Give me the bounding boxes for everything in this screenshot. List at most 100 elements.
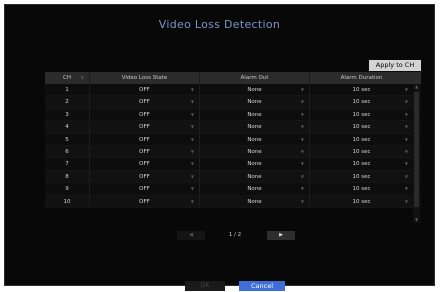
alarm-out-value: None [247, 111, 262, 118]
chevron-down-icon: ▼ [300, 161, 304, 167]
cancel-button[interactable]: Cancel [239, 281, 285, 291]
apply-to-ch-button[interactable]: Apply to CH [369, 60, 421, 71]
table-row: 5 OFF ▼ None ▼ 10 sec ▼ [45, 133, 421, 146]
scrollbar-thumb[interactable] [414, 92, 419, 207]
chevron-down-icon: ▼ [404, 99, 408, 105]
alarm-duration-select[interactable]: 10 sec ▼ [309, 121, 413, 133]
alarm-duration-select[interactable]: 10 sec ▼ [309, 158, 413, 170]
chevron-down-icon: ▼ [404, 186, 408, 192]
table-row: 8 OFF ▼ None ▼ 10 sec ▼ [45, 170, 421, 184]
alarm-duration-select[interactable]: 10 sec ▼ [309, 84, 413, 96]
table-row: 7 OFF ▼ None ▼ 10 sec ▼ [45, 158, 421, 171]
chevron-down-icon: ▼ [404, 198, 408, 204]
table-row: 6 OFF ▼ None ▼ 10 sec ▼ [45, 145, 421, 159]
header-scroll-spacer [413, 72, 421, 84]
alarm-out-select[interactable]: None ▼ [199, 183, 309, 195]
alarm-out-value: None [247, 87, 262, 93]
video-loss-state-select[interactable]: OFF ▼ [89, 133, 199, 145]
video-loss-state-value: OFF [139, 148, 150, 155]
alarm-out-select[interactable]: None ▼ [199, 195, 309, 207]
page-next-button[interactable]: ▶ [267, 231, 295, 240]
alarm-duration-select[interactable]: 10 sec ▼ [309, 96, 413, 108]
table-row: 1 OFF ▼ None ▼ 10 sec ▼ [45, 84, 421, 97]
chevron-down-icon: ▼ [190, 111, 194, 117]
alarm-out-value: None [247, 136, 262, 143]
chevron-down-icon: ▼ [300, 198, 304, 204]
video-loss-state-select[interactable]: OFF ▼ [89, 183, 199, 195]
header-ch-label: CH [63, 75, 71, 81]
chevron-down-icon: ▼ [300, 148, 304, 154]
chevron-down-icon[interactable]: ▼ [414, 217, 419, 223]
alarm-duration-select[interactable]: 10 sec ▼ [309, 133, 413, 145]
alarm-out-select[interactable]: None ▼ [199, 145, 309, 158]
video-loss-state-select[interactable]: OFF ▼ [89, 145, 199, 158]
alarm-duration-value: 10 sec [352, 173, 371, 180]
table-row: 10 OFF ▼ None ▼ 10 sec ▼ [45, 195, 421, 208]
alarm-duration-value: 10 sec [352, 161, 371, 168]
row-ch: 2 [65, 99, 69, 106]
header-ch[interactable]: CH ▼ [45, 72, 89, 84]
row-ch: 9 [65, 186, 69, 193]
sort-chevron-icon: ▼ [80, 75, 84, 80]
video-loss-state-value: OFF [139, 173, 150, 180]
alarm-out-value: None [247, 161, 262, 168]
video-loss-state-select[interactable]: OFF ▼ [89, 195, 199, 207]
alarm-duration-select[interactable]: 10 sec ▼ [309, 195, 413, 207]
alarm-out-select[interactable]: None ▼ [199, 96, 309, 108]
video-loss-state-select[interactable]: OFF ▼ [89, 96, 199, 108]
table-row: 4 OFF ▼ None ▼ 10 sec ▼ [45, 121, 421, 134]
page-indicator: 1 / 2 [228, 232, 242, 238]
alarm-duration-value: 10 sec [352, 198, 371, 205]
alarm-out-select[interactable]: None ▼ [199, 121, 309, 133]
chevron-down-icon: ▼ [300, 186, 304, 192]
alarm-duration-select[interactable]: 10 sec ▼ [309, 108, 413, 121]
chevron-down-icon: ▼ [300, 173, 304, 179]
alarm-duration-value: 10 sec [352, 111, 371, 118]
chevron-up-icon[interactable]: ▲ [414, 84, 419, 90]
chevron-down-icon: ▼ [404, 148, 408, 154]
table-header: CH ▼ Video Loss State Alarm Out Alarm Du… [45, 72, 421, 84]
alarm-out-value: None [247, 173, 262, 180]
chevron-down-icon: ▼ [300, 124, 304, 130]
alarm-duration-select[interactable]: 10 sec ▼ [309, 145, 413, 158]
alarm-out-select[interactable]: None ▼ [199, 84, 309, 96]
video-loss-state-value: OFF [139, 124, 150, 131]
video-loss-state-select[interactable]: OFF ▼ [89, 121, 199, 133]
chevron-down-icon: ▼ [300, 99, 304, 105]
alarm-out-select[interactable]: None ▼ [199, 133, 309, 145]
chevron-down-icon: ▼ [190, 99, 194, 105]
row-ch: 8 [65, 173, 69, 180]
video-loss-state-select[interactable]: OFF ▼ [89, 170, 199, 183]
video-loss-state-value: OFF [139, 136, 150, 143]
chevron-down-icon: ▼ [404, 111, 408, 117]
video-loss-state-value: OFF [139, 186, 150, 193]
video-loss-state-value: OFF [139, 111, 150, 118]
chevron-down-icon: ▼ [190, 161, 194, 167]
alarm-duration-value: 10 sec [352, 87, 371, 93]
video-loss-state-value: OFF [139, 198, 150, 205]
table-row: 2 OFF ▼ None ▼ 10 sec ▼ [45, 96, 421, 109]
video-loss-state-value: OFF [139, 161, 150, 168]
page-prev-button[interactable]: ◀ [177, 231, 205, 240]
alarm-out-select[interactable]: None ▼ [199, 108, 309, 121]
alarm-duration-select[interactable]: 10 sec ▼ [309, 170, 413, 183]
alarm-out-select[interactable]: None ▼ [199, 170, 309, 183]
ok-button[interactable]: OK [185, 281, 225, 291]
alarm-duration-value: 10 sec [352, 99, 371, 106]
alarm-out-select[interactable]: None ▼ [199, 158, 309, 170]
table-body: 1 OFF ▼ None ▼ 10 sec ▼ 2 OFF ▼ None ▼ 10 sec ▼ 3 OFF ▼ N… [45, 84, 421, 208]
chevron-down-icon: ▼ [190, 136, 194, 142]
header-alarm-duration: Alarm Duration [309, 72, 413, 84]
row-ch: 5 [65, 136, 69, 143]
chevron-down-icon: ▼ [300, 87, 304, 92]
video-loss-state-select[interactable]: OFF ▼ [89, 158, 199, 170]
alarm-duration-select[interactable]: 10 sec ▼ [309, 183, 413, 195]
row-ch: 1 [65, 87, 69, 93]
chevron-down-icon: ▼ [190, 186, 194, 192]
alarm-duration-value: 10 sec [352, 186, 371, 193]
video-loss-state-select[interactable]: OFF ▼ [89, 84, 199, 96]
video-loss-state-select[interactable]: OFF ▼ [89, 108, 199, 121]
table-scrollbar[interactable]: ▲ ▼ [413, 84, 420, 223]
chevron-right-icon: ▶ [279, 232, 283, 238]
alarm-out-value: None [247, 186, 262, 193]
